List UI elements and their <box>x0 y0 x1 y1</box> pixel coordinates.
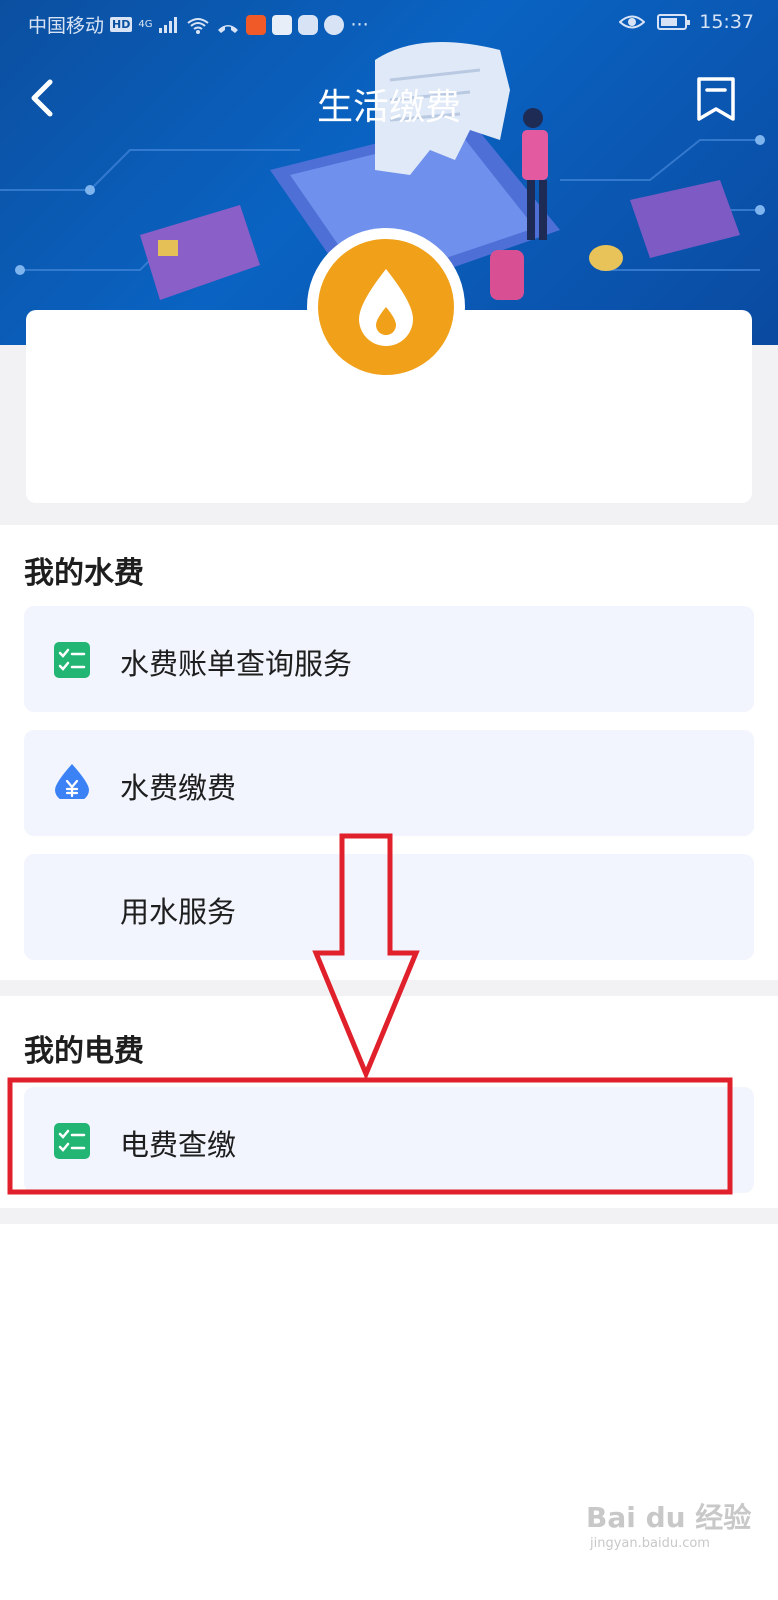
watermark-url: jingyan.baidu.com <box>590 1536 710 1551</box>
annotation-overlay <box>7 833 733 1195</box>
watermark: Bai du 经验 <box>586 1501 752 1534</box>
annotation-highlight-box <box>7 1077 733 1195</box>
annotation-arrow <box>312 833 420 1081</box>
